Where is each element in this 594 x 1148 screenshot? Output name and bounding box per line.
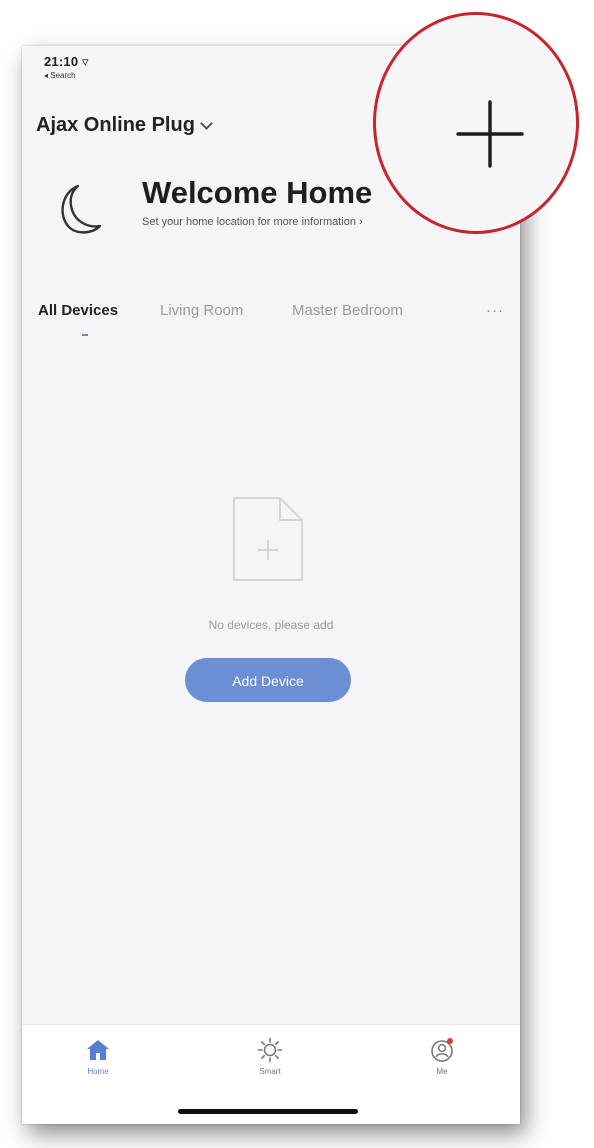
- empty-document-icon: [233, 497, 303, 581]
- welcome-banner[interactable]: Welcome Home Set your home location for …: [52, 174, 372, 238]
- status-bar: 21:10 ▿ ◂ Search: [44, 54, 89, 80]
- home-icon: [87, 1040, 109, 1060]
- tab-all-devices[interactable]: All Devices: [38, 302, 118, 319]
- profile-icon: [431, 1038, 453, 1062]
- nav-label-home: Home: [87, 1067, 109, 1076]
- nav-item-smart[interactable]: Smart: [230, 1037, 310, 1076]
- room-tabs: All Devices Living Room Master Bedroom ·…: [38, 302, 504, 342]
- status-time: 21:10 ▿: [44, 54, 89, 69]
- welcome-title: Welcome Home: [142, 175, 373, 210]
- home-name: Ajax Online Plug: [36, 114, 195, 136]
- nav-item-home[interactable]: Home: [58, 1037, 138, 1076]
- moon-icon: [61, 184, 102, 234]
- tab-living-room[interactable]: Living Room: [160, 302, 243, 319]
- active-tab-indicator: [82, 334, 88, 336]
- back-to-search-link[interactable]: ◂ Search: [44, 71, 89, 80]
- empty-state-message: No devices, please add: [208, 618, 334, 632]
- chevron-down-icon: [200, 117, 213, 130]
- add-device-button[interactable]: Add Device: [185, 658, 351, 702]
- nav-item-me[interactable]: Me: [402, 1037, 482, 1076]
- home-indicator: [178, 1109, 358, 1114]
- bottom-nav: Home Smart Me: [22, 1024, 520, 1124]
- more-tabs-icon[interactable]: ···: [486, 302, 504, 319]
- sun-icon: [257, 1037, 283, 1063]
- screenshot-stage: 21:10 ▿ ◂ Search Ajax Online Plug Welcom…: [0, 0, 594, 1148]
- home-selector[interactable]: Ajax Online Plug: [36, 114, 213, 137]
- welcome-text: Welcome Home Set your home location for …: [142, 174, 372, 228]
- nav-label-me: Me: [436, 1067, 448, 1076]
- add-plus-icon[interactable]: [452, 96, 528, 172]
- nav-label-smart: Smart: [259, 1067, 281, 1076]
- tab-master-bedroom[interactable]: Master Bedroom: [292, 302, 403, 319]
- set-location-link[interactable]: Set your home location for more informat…: [142, 216, 372, 228]
